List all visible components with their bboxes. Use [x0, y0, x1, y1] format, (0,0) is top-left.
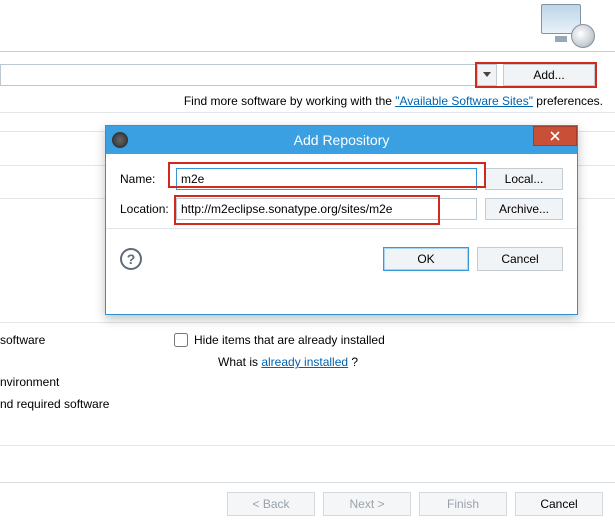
dialog-footer: ? OK Cancel	[106, 237, 577, 281]
option-environment: nvironment	[0, 375, 109, 389]
wizard-cancel-button[interactable]: Cancel	[515, 492, 603, 516]
dialog-separator	[106, 228, 577, 229]
work-with-dropdown-arrow[interactable]	[477, 64, 497, 86]
close-button[interactable]	[533, 126, 577, 146]
work-with-row: Add...	[0, 64, 603, 90]
next-button: Next >	[323, 492, 411, 516]
chevron-down-icon	[483, 72, 491, 78]
dialog-body: Name: Local... Location: Archive...	[106, 154, 577, 237]
help-icon: ?	[127, 251, 136, 267]
archive-button[interactable]: Archive...	[485, 198, 563, 220]
dialog-titlebar[interactable]: Add Repository	[106, 126, 577, 154]
separator	[0, 445, 615, 446]
hide-installed-label: Hide items that are already installed	[194, 333, 385, 347]
location-label: Location:	[120, 202, 176, 216]
name-label: Name:	[120, 172, 176, 186]
wizard-separator	[0, 482, 615, 483]
available-software-sites-link[interactable]: "Available Software Sites"	[395, 94, 533, 108]
back-button: < Back	[227, 492, 315, 516]
truncated-options: software nvironment nd required software	[0, 333, 109, 439]
option-software: software	[0, 333, 109, 347]
name-input[interactable]	[176, 168, 477, 190]
what-is-text: What is already installed ?	[218, 355, 358, 369]
hint-text: Find more software by working with the "…	[184, 94, 603, 108]
hide-installed-row: Hide items that are already installed	[174, 333, 385, 347]
hint-prefix: Find more software by working with the	[184, 94, 395, 108]
wizard-footer: < Back Next > Finish Cancel	[219, 492, 603, 516]
option-required: nd required software	[0, 397, 109, 411]
add-button[interactable]: Add...	[503, 64, 595, 86]
add-repository-dialog: Add Repository Name: Local... Location: …	[105, 125, 578, 315]
local-button[interactable]: Local...	[485, 168, 563, 190]
help-button[interactable]: ?	[120, 248, 142, 270]
hide-installed-checkbox[interactable]	[174, 333, 188, 347]
hint-suffix: preferences.	[536, 94, 603, 108]
location-row: Location: Archive...	[120, 198, 563, 220]
already-installed-link[interactable]: already installed	[261, 355, 348, 369]
name-row: Name: Local...	[120, 168, 563, 190]
close-icon	[550, 131, 560, 141]
separator	[0, 112, 615, 113]
dialog-cancel-button[interactable]: Cancel	[477, 247, 563, 271]
separator	[0, 322, 615, 323]
ok-button[interactable]: OK	[383, 247, 469, 271]
finish-button: Finish	[419, 492, 507, 516]
work-with-combo[interactable]	[0, 64, 477, 86]
location-input[interactable]	[176, 198, 477, 220]
wizard-header	[0, 0, 615, 52]
whatis-suffix: ?	[351, 355, 358, 369]
dialog-title: Add Repository	[106, 132, 577, 148]
eclipse-icon	[112, 132, 128, 148]
install-icon	[535, 0, 595, 48]
whatis-prefix: What is	[218, 355, 261, 369]
